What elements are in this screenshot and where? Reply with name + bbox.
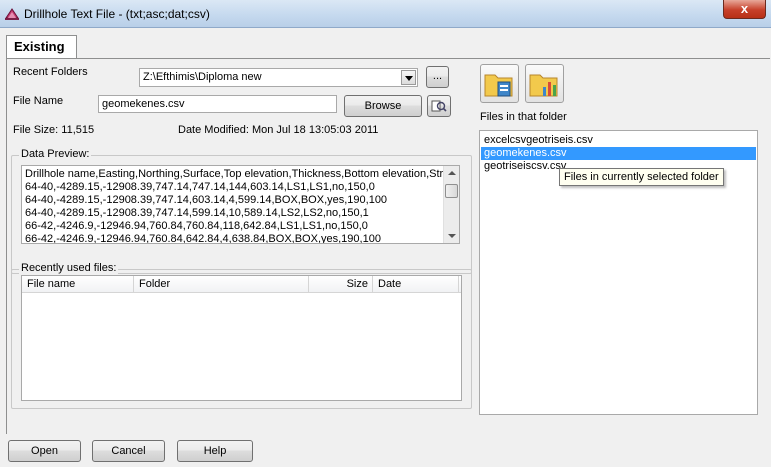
- folder-file-icon: [484, 74, 513, 97]
- browse-dots-label: ...: [432, 70, 443, 82]
- file-search-icon: [431, 100, 447, 112]
- preview-line: Drillhole name,Easting,Northing,Surface,…: [25, 168, 459, 180]
- help-button-label: Help: [203, 445, 227, 457]
- chevron-down-icon[interactable]: [401, 70, 416, 85]
- scroll-down-icon[interactable]: [448, 234, 456, 238]
- open-button-label: Open: [31, 445, 58, 457]
- column-folder[interactable]: Folder: [134, 276, 309, 293]
- preview-line: 64-40,-4289.15,-12908.39,747.14,603.14,4…: [25, 194, 388, 206]
- column-date[interactable]: Date: [373, 276, 459, 293]
- tab-panel: Recent Folders Z:\Efthimis\Diploma new .…: [6, 58, 770, 434]
- close-button[interactable]: x: [723, 0, 766, 19]
- files-in-folder-label: Files in that folder: [480, 111, 567, 123]
- files-tooltip: Files in currently selected folder: [559, 168, 724, 186]
- close-icon: x: [740, 1, 749, 16]
- file-date-text: Date Modified: Mon Jul 18 13:05:03 2011: [178, 124, 379, 136]
- scroll-thumb[interactable]: [445, 184, 458, 198]
- drillhole-app-icon: [5, 8, 19, 20]
- preview-line: 66-42,-4246.9,-12946.94,760.84,642.84,4,…: [25, 233, 381, 244]
- tab-existing[interactable]: Existing: [6, 35, 77, 59]
- file-search-button[interactable]: [427, 95, 451, 117]
- recent-folders-browse-button[interactable]: ...: [426, 66, 449, 88]
- folder-chart-button[interactable]: [525, 64, 564, 103]
- recent-folders-combo[interactable]: Z:\Efthimis\Diploma new: [139, 68, 418, 87]
- browse-button[interactable]: Browse: [344, 95, 422, 117]
- list-item[interactable]: excelcsvgeotriseis.csv: [481, 134, 756, 147]
- file-name-label: File Name: [13, 95, 64, 107]
- recent-files-list[interactable]: File name Folder Size Date: [21, 275, 462, 401]
- preview-line: 64-40,-4289.15,-12908.39,747.14,747.14,1…: [25, 181, 375, 193]
- preview-line: 64-40,-4289.15,-12908.39,747.14,599.14,1…: [25, 207, 369, 219]
- file-name-input[interactable]: geomekenes.csv: [98, 95, 337, 113]
- folder-chart-icon: [529, 74, 558, 97]
- recent-folders-value: Z:\Efthimis\Diploma new: [143, 71, 262, 83]
- data-preview-legend: Data Preview:: [19, 148, 92, 160]
- data-preview-text[interactable]: Drillhole name,Easting,Northing,Surface,…: [21, 165, 460, 244]
- cancel-button[interactable]: Cancel: [92, 440, 165, 462]
- browse-button-label: Browse: [364, 100, 402, 112]
- dialog-client: Existing Recent Folders Z:\Efthimis\Dipl…: [0, 28, 771, 467]
- column-size[interactable]: Size: [309, 276, 373, 293]
- title-bar[interactable]: Drillhole Text File - (txt;asc;dat;csv) …: [0, 0, 771, 28]
- open-folder-file-button[interactable]: [480, 64, 519, 103]
- cancel-button-label: Cancel: [111, 445, 146, 457]
- preview-scrollbar[interactable]: [443, 166, 459, 243]
- file-name-value: geomekenes.csv: [102, 98, 185, 110]
- scroll-up-icon[interactable]: [448, 171, 456, 175]
- help-button[interactable]: Help: [177, 440, 253, 462]
- recent-files-header: File name Folder Size Date: [22, 276, 461, 293]
- window-title: Drillhole Text File - (txt;asc;dat;csv): [24, 7, 210, 21]
- preview-line: 66-42,-4246.9,-12946.94,760.84,760.84,11…: [25, 220, 368, 232]
- recent-files-legend: Recently used files:: [19, 262, 119, 274]
- list-item-selected[interactable]: geomekenes.csv: [481, 147, 756, 160]
- column-file-name[interactable]: File name: [22, 276, 134, 293]
- file-size-text: File Size: 11,515: [13, 124, 95, 136]
- open-button[interactable]: Open: [8, 440, 81, 462]
- recent-folders-label: Recent Folders: [13, 66, 88, 78]
